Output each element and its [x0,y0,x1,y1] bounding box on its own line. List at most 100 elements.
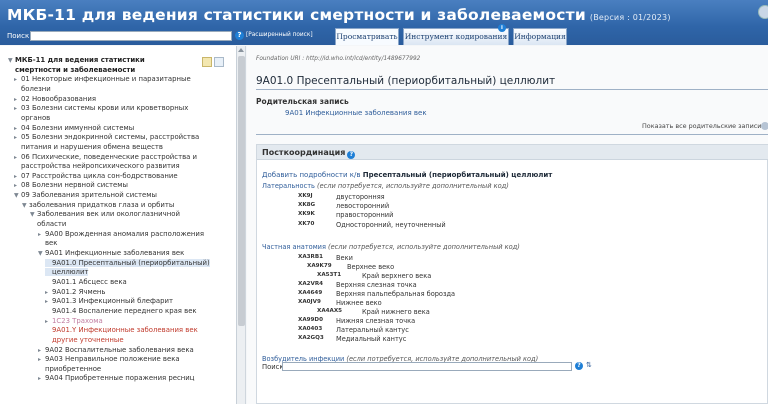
anatomy-code[interactable]: XA4649 [298,290,322,296]
anatomy-label[interactable]: Верхняя слезная точка [336,281,417,289]
laterality-code[interactable]: XK9J [298,193,313,199]
search-input[interactable] [30,31,232,41]
tree-item[interactable]: ▸ 05 Болезни эндокринной системы, расстро… [14,133,199,142]
show-all-parents-link[interactable]: Показать все родительские записи [642,122,761,130]
chevron-right-icon[interactable]: ▸ [45,298,52,306]
tree-item[interactable]: питания и нарушения обмена веществ [14,143,163,151]
chevron-down-icon[interactable]: ▼ [30,211,37,219]
help-icon[interactable]: ? [235,31,244,40]
tree-item[interactable]: ▸ 9A04 Приобретенные поражения ресниц [38,374,194,383]
tree-item[interactable]: 9A01.Y Инфекционные заболевания век [45,326,198,334]
tree-item[interactable]: ▼ 9A01 Инфекционные заболевания век [38,249,184,258]
chevron-right-icon[interactable]: ▸ [14,76,21,84]
tab-coding-tool[interactable]: Инструмент кодирования i [403,24,509,45]
tree-item[interactable]: области [30,220,66,228]
tab-browse[interactable]: Просматривать [335,28,399,45]
anatomy-code[interactable]: XA0JV9 [298,299,321,305]
chevron-right-icon[interactable]: ▸ [14,96,21,104]
laterality-code[interactable]: XK9K [298,211,315,217]
tree-item[interactable]: ▼ 09 Заболевания зрительной системы [14,191,157,200]
chevron-right-icon[interactable]: ▸ [38,231,45,239]
anatomy-code[interactable]: XA3RB1 [298,254,323,260]
tree-item[interactable]: ▼ заболевания придатков глаза и орбиты [22,201,174,210]
help-icon[interactable]: ? [347,151,356,159]
anatomy-label[interactable]: Латеральный кантус [336,326,409,334]
tree-item[interactable]: ▸ 04 Болезни иммунной системы [14,124,134,133]
chevron-down-icon[interactable]: ▼ [38,250,45,258]
chevron-right-icon[interactable]: ▸ [45,318,52,326]
sort-icon[interactable]: ⇅ [586,361,592,369]
expand-icon[interactable] [761,122,768,130]
chevron-right-icon[interactable]: ▸ [14,125,21,133]
laterality-label[interactable]: левосторонний [336,202,389,210]
anatomy-code[interactable]: XA2VR4 [298,281,323,287]
tree-item[interactable]: ▸ 9A01.2 Ячмень [45,288,106,297]
anatomy-label[interactable]: Веки [336,254,353,262]
tree-item[interactable]: ▸ 9A01.3 Инфекционный блефарит [45,297,173,306]
tree-item[interactable]: ▸ 07 Расстройства цикла сон-бодрствование [14,172,178,181]
tree-item[interactable]: смертности и заболеваемости [8,66,135,74]
anatomy-label[interactable]: Нижнее веко [336,299,382,307]
tree-item[interactable]: ▸ 9A00 Врожденная аномалия расположения [38,230,204,239]
laterality-label[interactable]: Односторонний, неуточненный [336,221,446,229]
user-icon[interactable] [758,5,768,19]
scroll-up-icon[interactable] [238,48,244,52]
chevron-down-icon[interactable]: ▼ [22,202,29,210]
tree-item[interactable]: 9A01.0 Пресептальный (периорбитальный) [45,258,210,267]
tab-info[interactable]: Информация [513,28,567,45]
anatomy-code[interactable]: XA9K79 [307,263,332,269]
chevron-right-icon[interactable]: ▸ [38,347,45,355]
laterality-label[interactable]: правосторонний [336,211,393,219]
laterality-axis[interactable]: Латеральность (если потребуется, использ… [262,182,509,190]
tree-tool-icon[interactable] [202,57,212,67]
anatomy-label[interactable]: Верхняя пальпебральная борозда [336,290,455,298]
chevron-right-icon[interactable]: ▸ [14,173,21,181]
laterality-code[interactable]: XK70 [298,221,314,227]
tree-item[interactable]: 9A01.4 Воспаление переднего края век [45,307,197,315]
anatomy-code[interactable]: XA4AX5 [317,308,342,314]
tree-item[interactable]: ▼ МКБ-11 для ведения статистики [8,56,145,65]
tree-item[interactable]: ▸ 02 Новообразования [14,95,96,104]
tree-scrollbar[interactable] [237,46,246,404]
tree-item[interactable]: целлюлит [45,268,89,277]
advanced-search-link[interactable]: [Расширенный поиск] [246,32,313,38]
tree-item[interactable]: ▸ 1C23 Трахома [45,317,103,326]
anatomy-code[interactable]: XA2GQ3 [298,335,324,341]
chevron-down-icon[interactable]: ▼ [14,192,21,200]
chevron-right-icon[interactable]: ▸ [45,289,52,297]
anatomy-code[interactable]: XA99D0 [298,317,323,323]
scroll-thumb[interactable] [238,56,245,326]
tree-item[interactable]: ▸ 06 Психические, поведенческие расстройс… [14,153,197,162]
tree-item[interactable]: болезни [14,85,51,93]
anatomy-label[interactable]: Край нижнего века [362,308,430,316]
anatomy-label[interactable]: Медиальный кантус [336,335,406,343]
anatomy-label[interactable]: Верхнее веко [347,263,394,271]
tree-collapse-icon[interactable] [214,57,224,67]
tree-item[interactable]: приобретенное [38,365,101,373]
anatomy-label[interactable]: Нижняя слезная точка [336,317,415,325]
chevron-right-icon[interactable]: ▸ [38,356,45,364]
tree-item[interactable]: ▼ Заболевания век или окологлазничной [30,210,180,219]
tree-item[interactable]: расстройства нейропсихического развития [14,162,180,170]
anatomy-code[interactable]: XA53T1 [317,272,341,278]
anatomy-label[interactable]: Край верхнего века [362,272,431,280]
tree-item[interactable]: ▸ 9A03 Неправильное положение века [38,355,180,364]
tree-item[interactable]: ▸ 9A02 Воспалительные заболевания века [38,346,194,355]
tree-item[interactable]: ▸ 08 Болезни нервной системы [14,181,128,190]
chevron-right-icon[interactable]: ▸ [14,154,21,162]
laterality-code[interactable]: XK8G [298,202,315,208]
pc-search-input[interactable] [282,362,572,371]
tree-item[interactable]: ▸ 01 Некоторые инфекционные и паразитарны… [14,75,191,84]
chevron-right-icon[interactable]: ▸ [14,134,21,142]
help-icon[interactable]: ? [575,362,583,370]
chevron-right-icon[interactable]: ▸ [38,375,45,383]
tree-item[interactable]: ▸ 03 Болезни системы крови или кроветворн… [14,104,188,113]
laterality-label[interactable]: двусторонняя [336,193,385,201]
anatomy-axis[interactable]: Частная анатомия (если потребуется, испо… [262,243,520,251]
chevron-right-icon[interactable]: ▸ [14,105,21,113]
tree-item[interactable]: век [38,239,57,247]
parent-link[interactable]: 9A01 Инфекционные заболевания век [285,109,427,117]
chevron-right-icon[interactable]: ▸ [14,182,21,190]
tree-item[interactable]: 9A01.1 Абсцесс века [45,278,127,286]
chevron-down-icon[interactable]: ▼ [8,57,15,65]
